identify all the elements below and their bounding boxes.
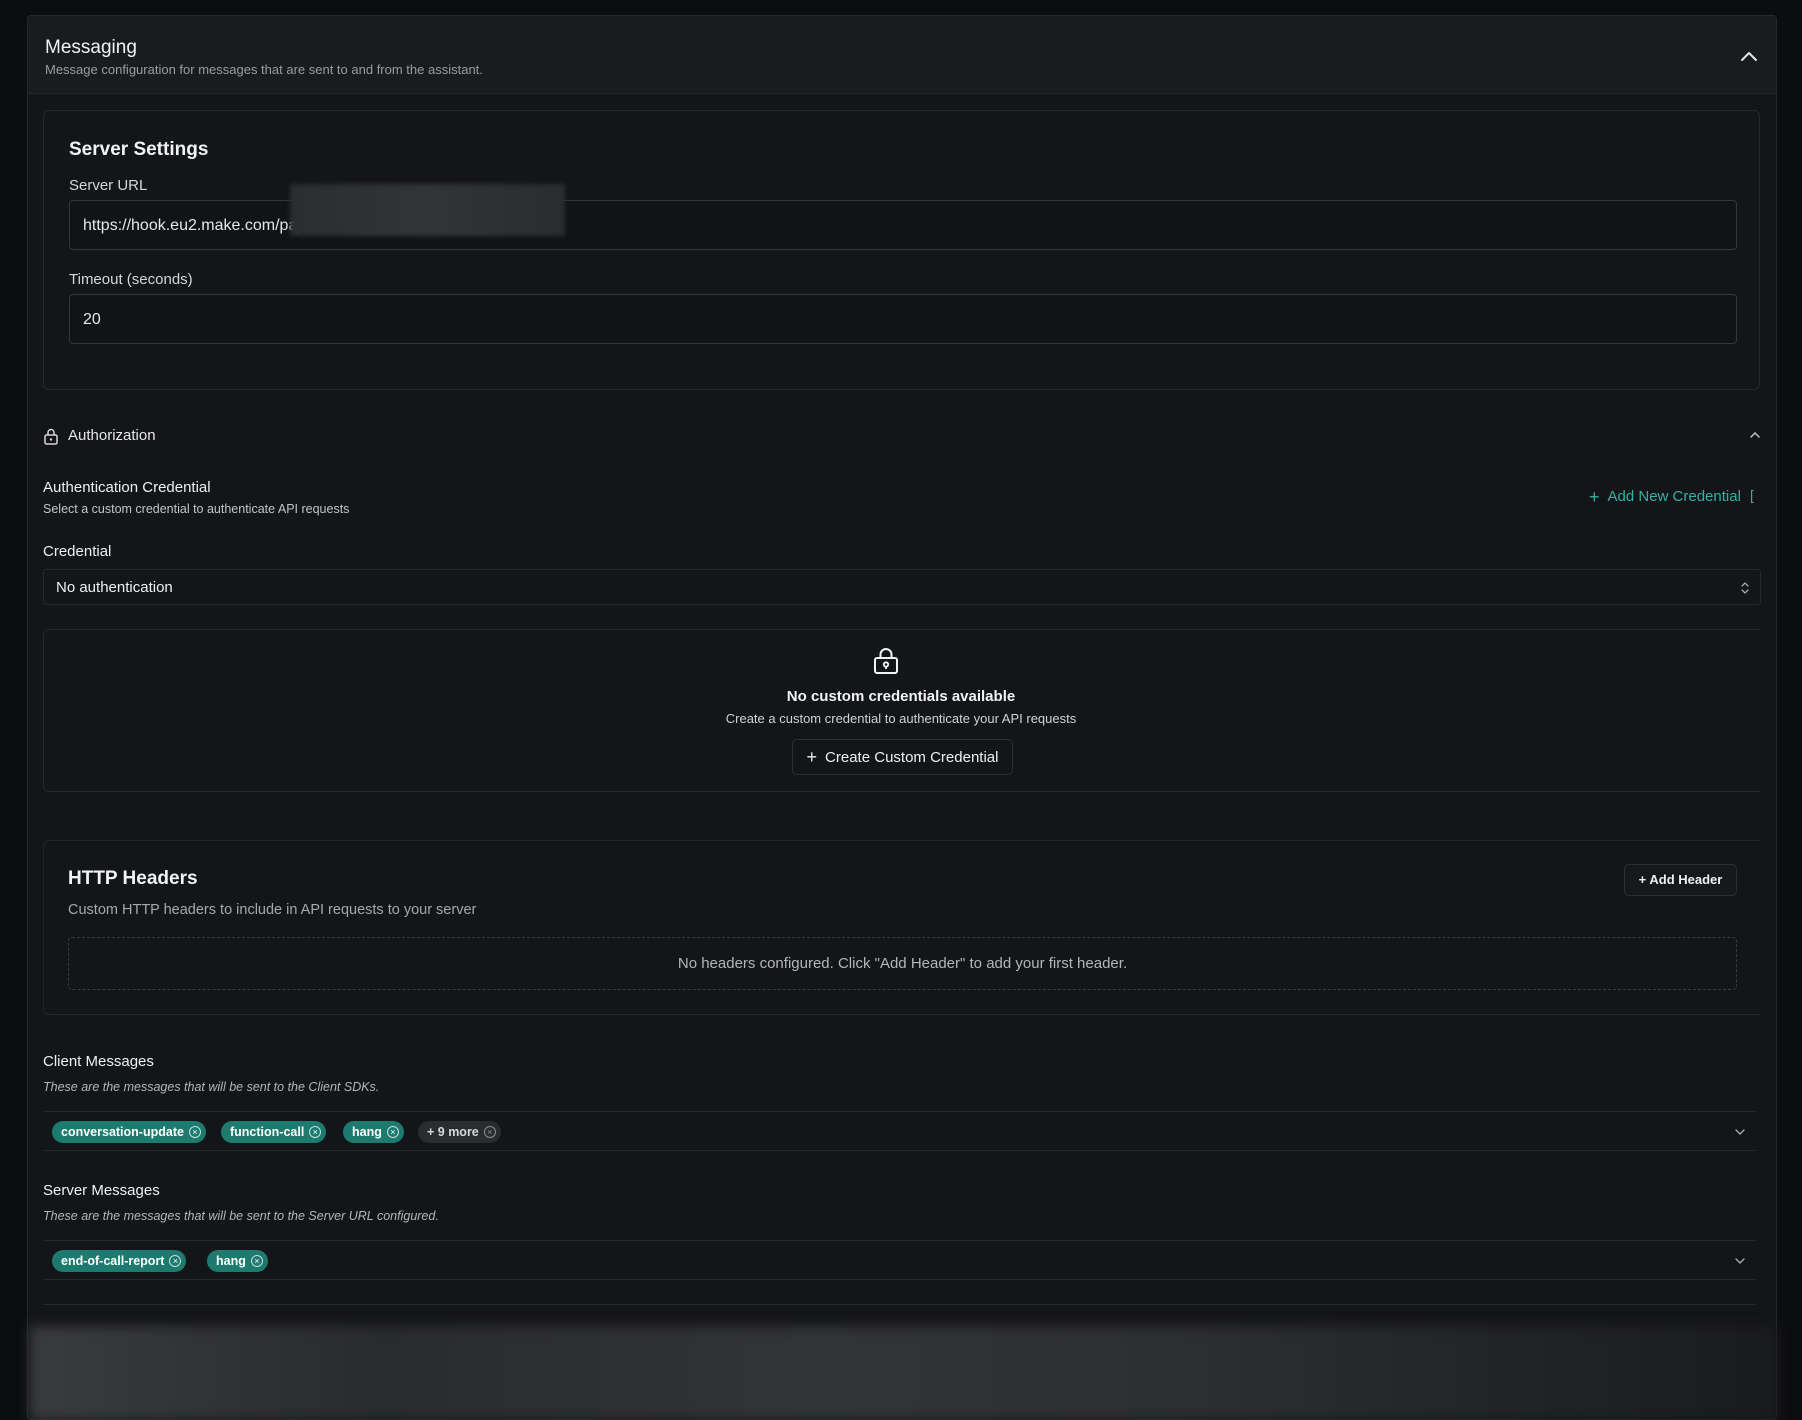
credential-label: Credential [43,543,112,560]
add-new-credential-label: Add New Credential [1607,488,1741,505]
server-settings-title: Server Settings [69,139,209,160]
add-new-credential-button[interactable]: + Add New Credential [1589,487,1741,508]
tag-label: hang [216,1254,246,1268]
authorization-toggle[interactable]: Authorization [43,425,1761,449]
tag-function-call[interactable]: function-call × [221,1121,327,1143]
messaging-title: Messaging [45,37,137,58]
tag-conversation-update[interactable]: conversation-update × [52,1121,206,1143]
tag-label: function-call [230,1125,305,1139]
client-messages-description: These are the messages that will be sent… [43,1080,380,1094]
lock-icon [44,428,58,445]
server-messages-title: Server Messages [43,1182,160,1199]
chevron-down-icon[interactable] [1734,1255,1746,1267]
plus-icon: + [1638,872,1650,887]
tag-more[interactable]: + 9 more × [418,1121,501,1143]
timeout-input[interactable]: 20 [69,294,1737,344]
headers-empty-state: No headers configured. Click "Add Header… [68,937,1737,990]
client-messages-title: Client Messages [43,1053,154,1070]
lock-icon [874,648,898,674]
credential-selected-value: No authentication [56,579,173,596]
remove-tag-icon[interactable]: × [483,1126,496,1138]
chevron-up-icon[interactable] [1749,429,1761,441]
tag-hang[interactable]: hang × [207,1250,268,1272]
remove-tag-icon[interactable]: × [386,1126,399,1138]
blurred-footer [30,1326,1777,1420]
server-settings-card: Server Settings Server URL https://hook.… [43,110,1760,390]
tag-hang[interactable]: hang × [343,1121,404,1143]
server-messages-description: These are the messages that will be sent… [43,1209,439,1223]
chevron-up-down-icon [1741,582,1749,594]
authorization-title: Authorization [68,427,156,444]
add-header-button[interactable]: + Add Header [1624,864,1737,896]
add-new-credential-trailing: [ [1750,487,1754,503]
client-messages-select[interactable]: conversation-update × function-call × hang… [43,1111,1756,1151]
plus-icon: + [1589,487,1600,507]
remove-tag-icon[interactable]: × [169,1255,182,1267]
messaging-header[interactable]: Messaging Message configuration for mess… [28,16,1776,94]
tag-label: hang [352,1125,382,1139]
server-url-label: Server URL [69,177,148,194]
remove-tag-icon[interactable]: × [250,1255,263,1267]
no-credentials-title: No custom credentials available [786,688,1016,705]
section-divider [43,1304,1756,1305]
credential-select[interactable]: No authentication [43,569,1761,605]
http-headers-title: HTTP Headers [68,868,198,889]
server-messages-select[interactable]: end-of-call-report × hang × [43,1240,1756,1280]
create-custom-credential-button[interactable]: + Create Custom Credential [792,739,1013,775]
timeout-label: Timeout (seconds) [69,271,193,288]
plus-icon: + [806,747,818,767]
remove-tag-icon[interactable]: × [309,1126,322,1138]
no-credentials-description: Create a custom credential to authentica… [725,711,1077,726]
http-headers-description: Custom HTTP headers to include in API re… [68,902,477,918]
tag-end-of-call-report[interactable]: end-of-call-report × [52,1250,187,1272]
messaging-subtitle: Message configuration for messages that … [45,62,483,77]
tag-label: + 9 more [427,1125,479,1139]
remove-tag-icon[interactable]: × [188,1126,201,1138]
create-custom-credential-label: Create Custom Credential [825,749,999,766]
auth-credential-description: Select a custom credential to authentica… [43,502,350,516]
tag-label: conversation-update [61,1125,184,1139]
add-header-label: Add Header [1649,872,1723,887]
tag-label: end-of-call-report [61,1254,165,1268]
chevron-down-icon[interactable] [1734,1126,1746,1138]
auth-credential-heading: Authentication Credential [43,479,211,496]
redacted-url-portion [290,184,565,236]
chevron-up-icon[interactable] [1738,46,1760,68]
